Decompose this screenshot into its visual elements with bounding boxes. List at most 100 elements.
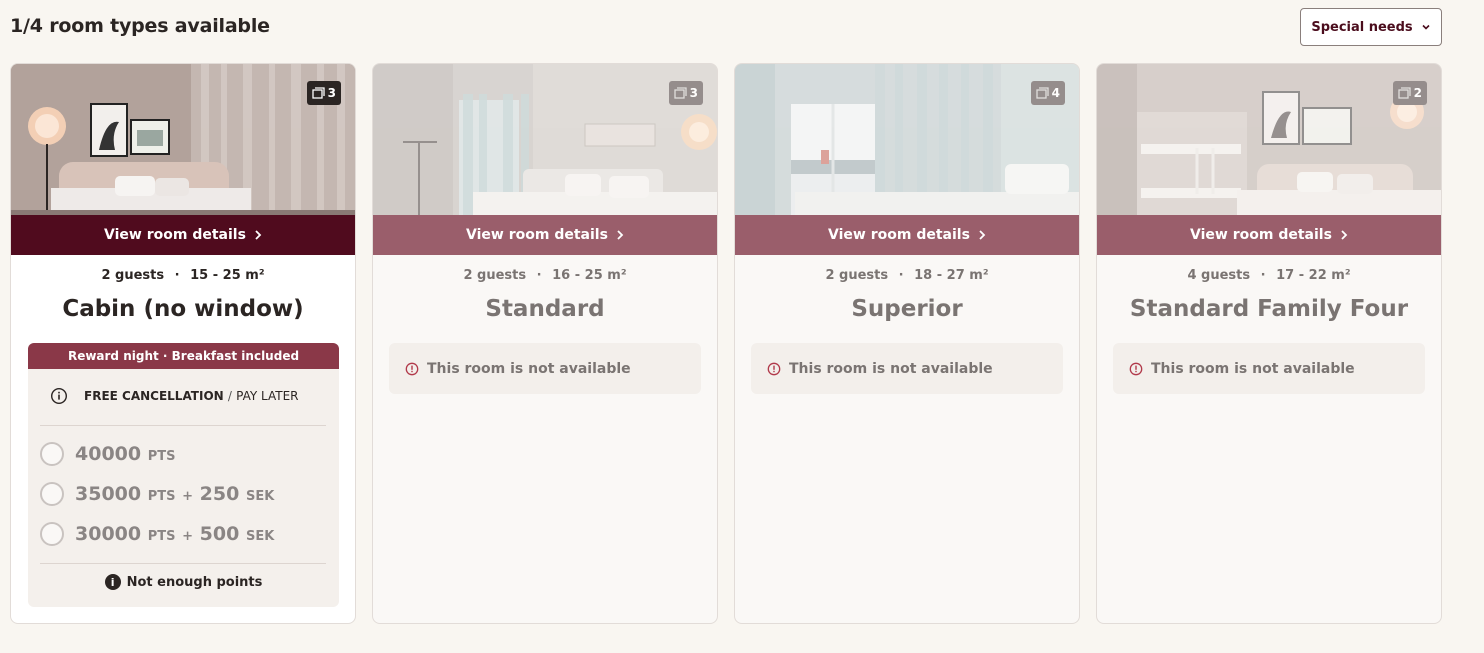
photo-count: 3 — [327, 86, 336, 100]
gallery-icon — [1397, 87, 1411, 99]
view-room-details-label: View room details — [1190, 227, 1332, 243]
option-plus: + — [182, 529, 194, 544]
view-room-details-button[interactable]: View room details — [735, 215, 1079, 255]
unavailable-text: This room is not available — [789, 360, 993, 377]
view-room-details-label: View room details — [104, 227, 246, 243]
cancellation-info[interactable]: FREE CANCELLATION / PAY LATER — [50, 387, 299, 405]
divider — [40, 425, 326, 426]
meta-separator: · — [898, 268, 904, 283]
room-photo-illustration — [1097, 64, 1441, 215]
room-size: 15 - 25 m² — [190, 268, 265, 283]
option-cash: 500 — [199, 523, 240, 545]
room-size: 16 - 25 m² — [552, 268, 627, 283]
results-header: 1/4 room types available Special needs — [0, 0, 1484, 56]
option-points-unit: PTS — [147, 529, 176, 544]
chevron-right-icon — [617, 230, 624, 240]
room-name: Standard — [485, 296, 605, 322]
view-room-details-button[interactable]: View room details — [1097, 215, 1441, 255]
option-cash-unit: SEK — [245, 529, 275, 544]
room-card-standard-family-four: 2 View room details 4 guests · 17 - 22 m… — [1096, 63, 1442, 624]
room-name: Superior — [851, 296, 963, 322]
option-plus: + — [182, 489, 194, 504]
alert-circle-icon — [1129, 362, 1143, 375]
unavailable-notice: This room is not available — [751, 343, 1063, 394]
alert-circle-icon — [767, 362, 781, 375]
room-card-superior: 4 View room details 2 guests · 18 - 27 m… — [734, 63, 1080, 624]
room-name: Cabin (no window) — [62, 296, 304, 322]
pay-later-label: PAY LATER — [236, 389, 299, 403]
option-cash: 250 — [199, 483, 240, 505]
view-room-details-label: View room details — [466, 227, 608, 243]
unavailable-notice: This room is not available — [1113, 343, 1425, 394]
unavailable-text: This room is not available — [427, 360, 631, 377]
room-meta: 4 guests · 17 - 22 m² — [1097, 268, 1441, 283]
gallery-icon — [673, 87, 687, 99]
special-needs-label: Special needs — [1311, 19, 1413, 35]
view-room-details-button[interactable]: View room details — [373, 215, 717, 255]
info-outline-icon — [50, 387, 68, 405]
room-name: Standard Family Four — [1129, 296, 1409, 322]
rate-header: Reward night · Breakfast included — [28, 343, 339, 369]
rate-panel: Reward night · Breakfast included FREE C… — [28, 343, 339, 607]
unavailable-text: This room is not available — [1151, 360, 1355, 377]
room-photo[interactable]: 3 — [373, 64, 717, 215]
room-meta: 2 guests · 15 - 25 m² — [11, 268, 355, 283]
option-points-unit: PTS — [147, 489, 176, 504]
room-photo-illustration — [11, 64, 355, 215]
photo-count-badge[interactable]: 3 — [668, 81, 703, 105]
notice-text: Not enough points — [126, 574, 263, 590]
availability-title: 1/4 room types available — [10, 15, 270, 37]
photo-count-badge[interactable]: 2 — [1392, 81, 1427, 105]
meta-separator: · — [536, 268, 542, 283]
cancellation-label: FREE CANCELLATION — [84, 389, 224, 403]
room-photo[interactable]: 4 — [735, 64, 1079, 215]
guest-count: 2 guests — [101, 268, 165, 283]
room-size: 17 - 22 m² — [1276, 268, 1351, 283]
option-points: 40000 — [75, 443, 142, 465]
not-enough-points-notice: i Not enough points — [28, 574, 339, 590]
radio-button[interactable] — [40, 482, 64, 506]
guest-count: 2 guests — [825, 268, 889, 283]
option-points: 30000 — [75, 523, 142, 545]
gallery-icon — [1035, 87, 1049, 99]
photo-count-badge[interactable]: 4 — [1030, 81, 1065, 105]
rate-option-2[interactable]: 35000 PTS + 250 SEK — [40, 482, 274, 506]
room-meta: 2 guests · 18 - 27 m² — [735, 268, 1079, 283]
radio-button[interactable] — [40, 522, 64, 546]
photo-count: 3 — [689, 86, 698, 100]
view-room-details-button[interactable]: View room details — [11, 215, 355, 255]
photo-count-badge[interactable]: 3 — [306, 81, 341, 105]
room-photo-illustration — [373, 64, 717, 215]
guest-count: 4 guests — [1187, 268, 1251, 283]
radio-button[interactable] — [40, 442, 64, 466]
rate-option-1[interactable]: 40000 PTS — [40, 442, 176, 466]
room-photo[interactable]: 3 — [11, 64, 355, 215]
rate-option-3[interactable]: 30000 PTS + 500 SEK — [40, 522, 274, 546]
option-cash-unit: SEK — [245, 489, 275, 504]
room-size: 18 - 27 m² — [914, 268, 989, 283]
meta-separator: · — [174, 268, 180, 283]
chevron-right-icon — [979, 230, 986, 240]
unavailable-notice: This room is not available — [389, 343, 701, 394]
cancellation-separator: / — [227, 389, 232, 403]
special-needs-button[interactable]: Special needs — [1300, 8, 1442, 46]
chevron-right-icon — [255, 230, 262, 240]
view-room-details-label: View room details — [828, 227, 970, 243]
alert-circle-icon — [405, 362, 419, 375]
chevron-right-icon — [1341, 230, 1348, 240]
option-points: 35000 — [75, 483, 142, 505]
room-card-standard: 3 View room details 2 guests · 16 - 25 m… — [372, 63, 718, 624]
gallery-icon — [311, 87, 325, 99]
chevron-down-icon — [1422, 24, 1430, 30]
photo-count: 4 — [1051, 86, 1060, 100]
option-points-unit: PTS — [147, 449, 176, 464]
info-icon: i — [104, 574, 121, 590]
room-photo[interactable]: 2 — [1097, 64, 1441, 215]
meta-separator: · — [1260, 268, 1266, 283]
room-card-cabin: 3 View room details 2 guests · 15 - 25 m… — [10, 63, 356, 624]
divider — [40, 563, 326, 564]
guest-count: 2 guests — [463, 268, 527, 283]
room-photo-illustration — [735, 64, 1079, 215]
room-meta: 2 guests · 16 - 25 m² — [373, 268, 717, 283]
photo-count: 2 — [1413, 86, 1422, 100]
